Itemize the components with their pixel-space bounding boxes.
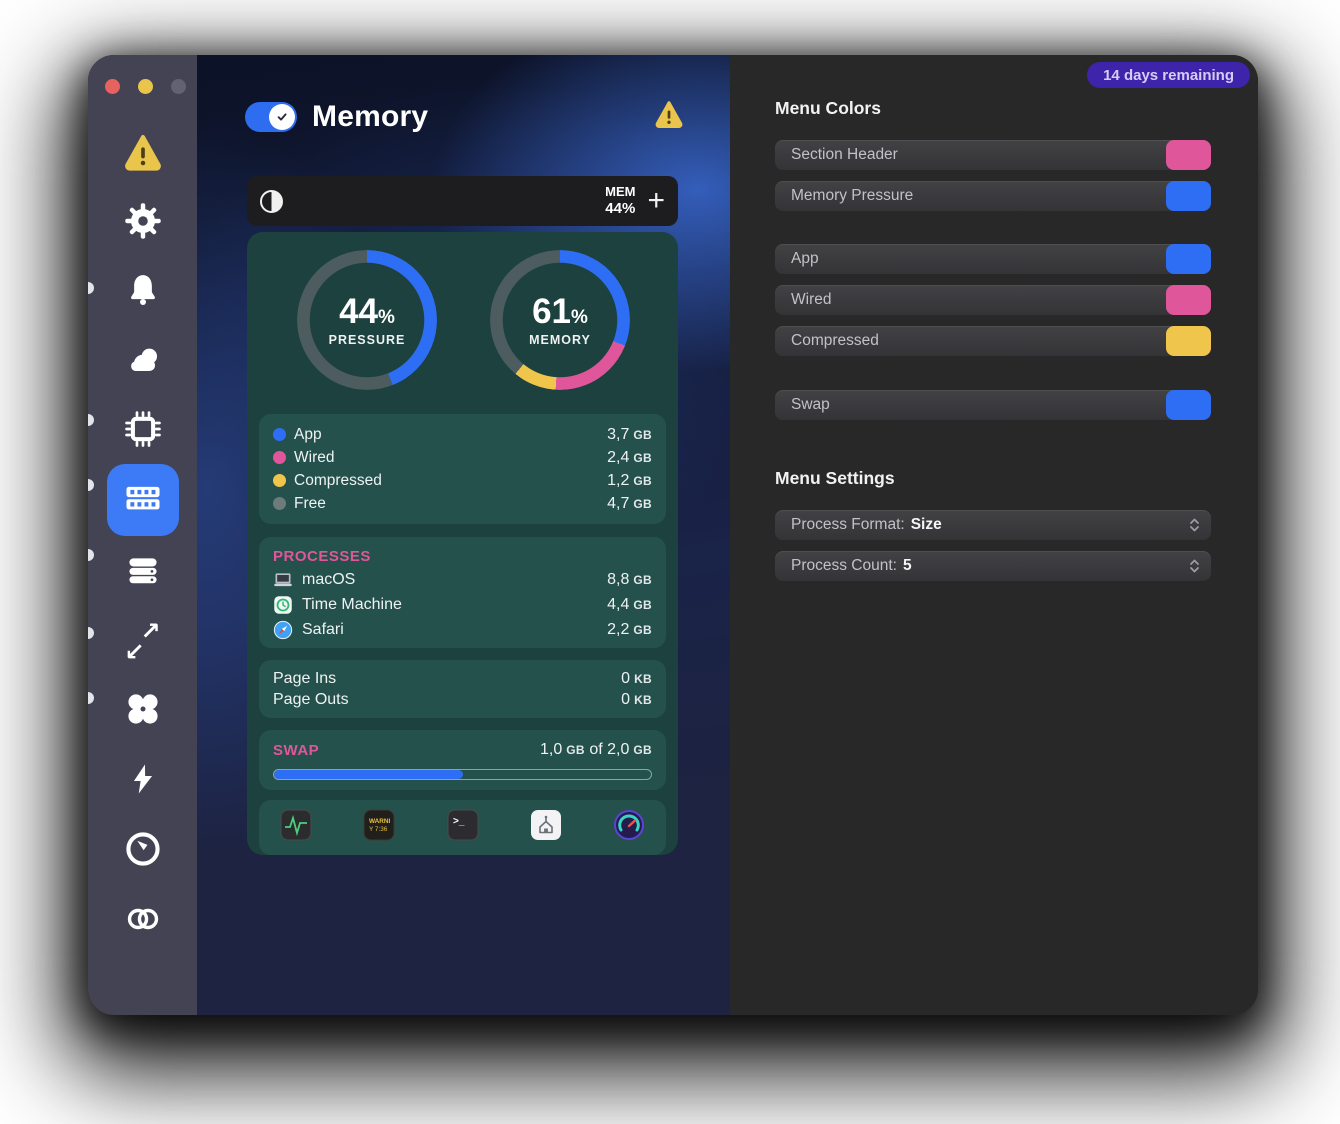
legend-row-wired: Wired 2,4GB <box>273 446 652 469</box>
sidebar-item-disk[interactable] <box>88 536 197 608</box>
color-row-compressed[interactable]: Compressed <box>775 326 1211 356</box>
section-header-color-swatch[interactable] <box>1166 140 1211 170</box>
swap-section: SWAP 1,0GB of 2,0GB <box>259 730 666 790</box>
sidebar-item-memory[interactable] <box>88 464 197 536</box>
color-row-section-header[interactable]: Section Header <box>775 140 1211 170</box>
swap-color-swatch[interactable] <box>1166 390 1211 420</box>
bell-icon <box>124 271 162 314</box>
legend-row-free: Free 4,7GB <box>273 492 652 515</box>
memory-enabled-toggle[interactable] <box>245 102 297 132</box>
legend-row-compressed: Compressed 1,2GB <box>273 469 652 492</box>
weather-icon <box>123 340 163 385</box>
traffic-lights <box>105 79 186 94</box>
pinned-apps-row: WARNIY 7:36 >_ <box>259 800 666 855</box>
sidebar-item-cpu[interactable] <box>88 395 197 467</box>
processes-header: PROCESSES <box>273 545 652 567</box>
sidebar-item-gauge[interactable] <box>88 815 197 887</box>
sidebar-item-settings[interactable] <box>88 187 197 259</box>
process-row: Time Machine 4,4GB <box>273 592 652 617</box>
menu-settings-title: Menu Settings <box>775 467 1258 489</box>
home-app-icon <box>530 809 562 846</box>
macos-app-icon <box>273 570 293 590</box>
time-machine-app-icon <box>273 595 293 615</box>
active-item-highlight <box>107 464 179 536</box>
pane-header: Memory <box>245 99 684 134</box>
process-row: Safari 2,2GB <box>273 617 652 642</box>
sidebar-item-connections[interactable] <box>88 885 197 957</box>
memory-widget-card: 44% PRESSURE 61% MEMORY App 3,7GB <box>247 232 678 855</box>
disk-icon <box>124 552 162 593</box>
pressure-donut: 44% PRESSURE <box>297 250 437 390</box>
compressed-color-swatch[interactable] <box>1166 326 1211 356</box>
color-row-memory-pressure[interactable]: Memory Pressure <box>775 181 1211 211</box>
sidebar-item-network[interactable]: ↗↙ <box>88 606 197 678</box>
swap-header: SWAP <box>273 739 319 761</box>
process-count-dropdown[interactable]: Process Count: 5 <box>775 551 1211 581</box>
check-icon <box>275 110 289 124</box>
wired-color-dot <box>273 451 286 464</box>
swap-value: 1,0GB of 2,0GB <box>540 741 652 759</box>
svg-text:WARNI: WARNI <box>369 818 391 825</box>
free-color-dot <box>273 497 286 510</box>
connections-icon <box>123 902 163 941</box>
speedtest-app-icon <box>613 809 645 846</box>
warning-icon <box>123 132 163 177</box>
compressed-color-dot <box>273 474 286 487</box>
processes-section: PROCESSES macOS 8,8GB Time Machine 4,4GB <box>259 537 666 648</box>
trial-badge[interactable]: 14 days remaining <box>1087 62 1250 88</box>
paging-section: Page Ins 0KB Page Outs 0KB <box>259 660 666 718</box>
memory-legend: App 3,7GB Wired 2,4GB Compressed 1,2GB F… <box>259 414 666 524</box>
process-row: macOS 8,8GB <box>273 567 652 592</box>
settings-pane: 14 days remaining Menu Colors Section He… <box>730 55 1258 1015</box>
network-icon: ↗↙ <box>124 623 162 661</box>
activity-app-icon <box>280 809 312 846</box>
toggle-knob <box>269 104 295 130</box>
cpu-icon <box>124 410 162 453</box>
sidebar: ↗↙ <box>88 55 197 1015</box>
memory-donut: 61% MEMORY <box>490 250 630 390</box>
console-app-icon: WARNIY 7:36 <box>363 809 395 846</box>
color-row-wired[interactable]: Wired <box>775 285 1211 315</box>
pressure-warning-icon[interactable] <box>654 99 684 134</box>
fan-icon <box>123 689 163 734</box>
terminal-app-icon: >_ <box>447 809 479 846</box>
add-widget-button[interactable]: + <box>647 188 665 214</box>
app-window: ↗↙ <box>88 55 1258 1015</box>
swap-progress-fill <box>274 770 463 779</box>
app-color-swatch[interactable] <box>1166 244 1211 274</box>
memory-preview-pane: Memory MEM 44% + 44% PRESSURE <box>197 55 730 1015</box>
stepper-icon[interactable] <box>1189 558 1200 579</box>
menubar-widget-preview: MEM 44% + <box>247 176 678 226</box>
app-color-dot <box>273 428 286 441</box>
sidebar-item-notifications[interactable] <box>88 256 197 328</box>
sidebar-item-fans[interactable] <box>88 675 197 747</box>
sidebar-item-weather[interactable] <box>88 326 197 398</box>
menu-colors-title: Menu Colors <box>775 97 1258 119</box>
energy-icon <box>126 762 160 801</box>
memory-icon <box>122 480 164 521</box>
zoom-button[interactable] <box>171 79 186 94</box>
page-ins-row: Page Ins 0KB <box>273 668 652 689</box>
svg-text:>_: >_ <box>453 816 465 827</box>
gear-icon <box>124 202 162 245</box>
gauge-icon <box>124 830 162 873</box>
color-row-swap[interactable]: Swap <box>775 390 1211 420</box>
page-outs-row: Page Outs 0KB <box>273 689 652 710</box>
sidebar-item-warnings[interactable] <box>88 118 197 190</box>
stepper-icon[interactable] <box>1189 517 1200 538</box>
safari-app-icon <box>273 620 293 640</box>
svg-text:Y 7:36: Y 7:36 <box>369 826 388 833</box>
sidebar-item-energy[interactable] <box>88 745 197 817</box>
close-button[interactable] <box>105 79 120 94</box>
menubar-widget-value: MEM 44% <box>605 185 635 217</box>
wired-color-swatch[interactable] <box>1166 285 1211 315</box>
page-title: Memory <box>312 100 428 134</box>
legend-row-app: App 3,7GB <box>273 423 652 446</box>
process-format-dropdown[interactable]: Process Format: Size <box>775 510 1211 540</box>
contrast-icon[interactable] <box>260 190 283 213</box>
minimize-button[interactable] <box>138 79 153 94</box>
memory-pressure-color-swatch[interactable] <box>1166 181 1211 211</box>
color-row-app[interactable]: App <box>775 244 1211 274</box>
swap-progress-bar <box>273 769 652 780</box>
